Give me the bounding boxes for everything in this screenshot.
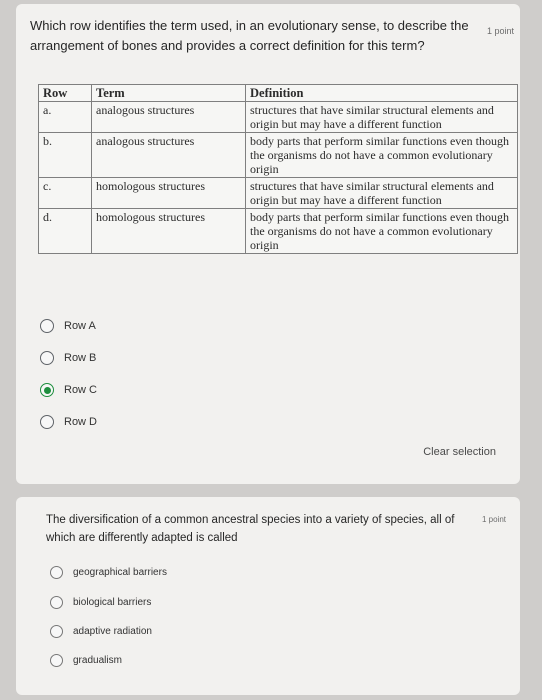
option-label: Row A: [64, 320, 96, 332]
clear-selection-button[interactable]: Clear selection: [423, 446, 496, 458]
table-row: b. analogous structures body parts that …: [38, 132, 518, 178]
option-adaptive-radiation[interactable]: adaptive radiation: [50, 625, 152, 638]
table-row: a. analogous structures structures that …: [38, 101, 518, 133]
row-definition: body parts that perform similar function…: [245, 208, 518, 254]
question-table: Row Term Definition a. analogous structu…: [38, 84, 518, 254]
table-row: d. homologous structures body parts that…: [38, 208, 518, 254]
row-letter: b.: [38, 132, 92, 178]
option-biological-barriers[interactable]: biological barriers: [50, 596, 151, 609]
row-definition: structures that have similar structural …: [245, 177, 518, 209]
row-definition: structures that have similar structural …: [245, 101, 518, 133]
points-label: 1 point: [486, 26, 514, 36]
row-term: analogous structures: [91, 101, 246, 133]
table-header-row: Row Term Definition: [38, 84, 518, 102]
row-term: homologous structures: [91, 208, 246, 254]
table-header-definition: Definition: [245, 84, 518, 102]
row-letter: a.: [38, 101, 92, 133]
table-row: c. homologous structures structures that…: [38, 177, 518, 209]
question-card-1: Which row identifies the term used, in a…: [16, 4, 520, 484]
radio-button-selected[interactable]: [40, 383, 54, 397]
radio-button[interactable]: [40, 415, 54, 429]
option-label: Row C: [64, 384, 98, 396]
option-row-b[interactable]: Row B: [40, 351, 96, 365]
radio-button[interactable]: [40, 319, 54, 333]
radio-button[interactable]: [50, 654, 63, 667]
row-letter: c.: [38, 177, 92, 209]
question-text: The diversification of a common ancestra…: [46, 514, 455, 544]
table-header-term: Term: [91, 84, 246, 102]
row-term: homologous structures: [91, 177, 246, 209]
option-label: Row B: [64, 352, 97, 364]
option-geographical-barriers[interactable]: geographical barriers: [50, 566, 167, 579]
radio-button[interactable]: [40, 351, 54, 365]
row-definition: body parts that perform similar function…: [245, 132, 518, 178]
question-text: Which row identifies the term used, in a…: [30, 18, 469, 53]
option-row-a[interactable]: Row A: [40, 319, 96, 333]
table-header-row-col: Row: [38, 84, 92, 102]
option-label: biological barriers: [73, 597, 152, 608]
option-label: geographical barriers: [73, 567, 167, 578]
option-label: adaptive radiation: [73, 626, 152, 637]
radio-button[interactable]: [50, 596, 63, 609]
option-row-c[interactable]: Row C: [40, 383, 97, 397]
radio-button[interactable]: [50, 625, 63, 638]
row-term: analogous structures: [91, 132, 246, 178]
row-letter: d.: [38, 208, 92, 254]
option-label: gradualism: [73, 655, 122, 666]
option-row-d[interactable]: Row D: [40, 415, 97, 429]
points-label: 1 point: [481, 515, 506, 524]
question-card-2: The diversification of a common ancestra…: [16, 497, 520, 695]
option-gradualism[interactable]: gradualism: [50, 654, 122, 667]
radio-button[interactable]: [50, 566, 63, 579]
option-label: Row D: [64, 416, 98, 428]
